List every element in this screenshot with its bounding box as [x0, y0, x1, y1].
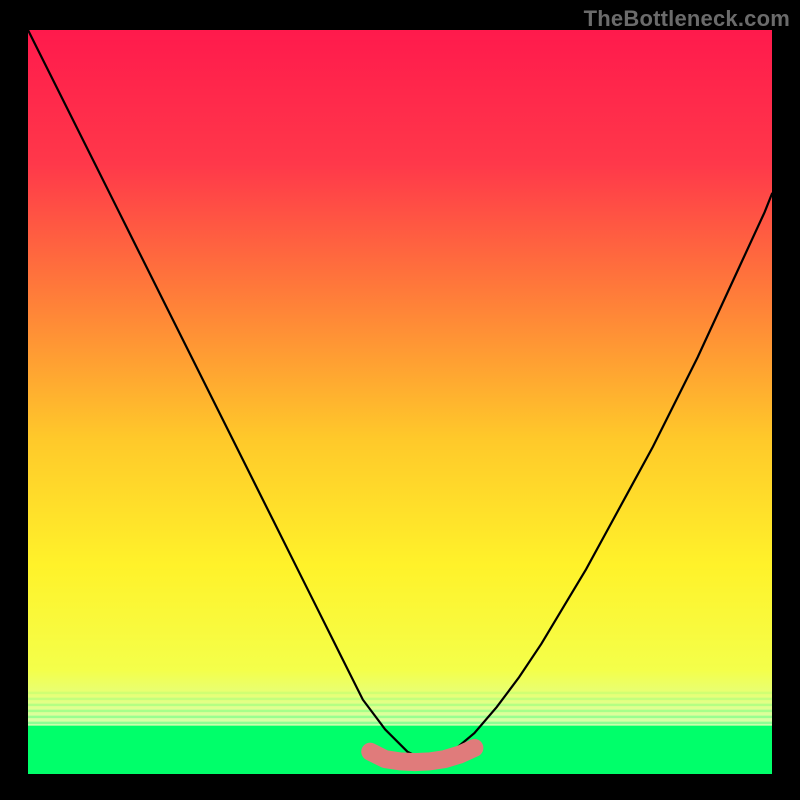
plot-svg	[28, 30, 772, 774]
chart-canvas: TheBottleneck.com	[0, 0, 800, 800]
plot-area	[28, 30, 772, 774]
watermark-label: TheBottleneck.com	[584, 6, 790, 32]
gradient-background	[28, 30, 772, 774]
